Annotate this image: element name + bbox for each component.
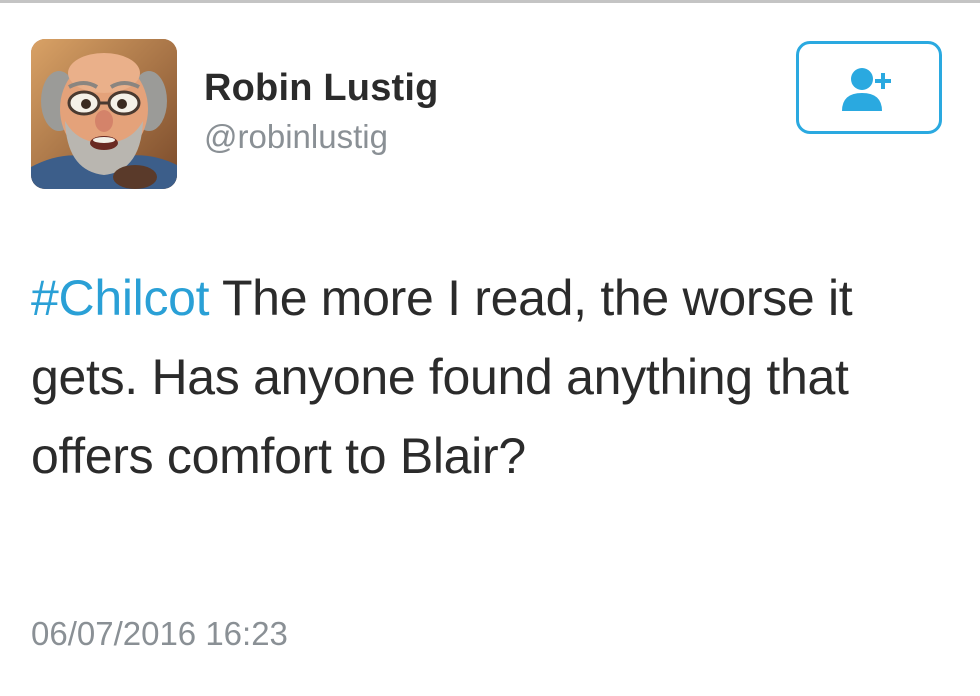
- author-display-name[interactable]: Robin Lustig: [204, 69, 439, 107]
- tweet-timestamp[interactable]: 06/07/2016 16:23: [31, 617, 288, 650]
- hashtag-link[interactable]: #Chilcot: [31, 270, 210, 326]
- tweet-card: Robin Lustig @robinlustig #Chilcot The m…: [0, 0, 980, 696]
- tweet-text: #Chilcot The more I read, the worse it g…: [31, 259, 931, 496]
- avatar[interactable]: [31, 39, 177, 189]
- avatar-portrait-icon: [31, 39, 177, 189]
- add-user-icon: [842, 67, 891, 111]
- author-handle[interactable]: @robinlustig: [204, 120, 388, 153]
- follow-button[interactable]: [796, 41, 942, 134]
